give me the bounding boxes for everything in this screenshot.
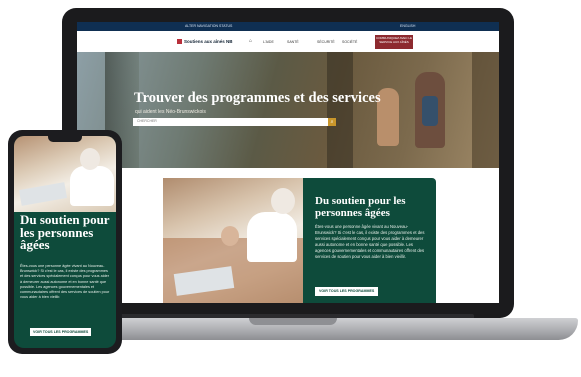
hero-image-person xyxy=(422,96,438,126)
contact-seniors-button[interactable]: COMMUNIQUEZ AVEC LE SERVICE AUX AÎNÉS xyxy=(375,35,413,49)
laptop-base-notch xyxy=(249,318,337,325)
view-programs-button[interactable]: VOIR TOUS LES PROGRAMMES xyxy=(315,287,379,296)
logo-mark-icon xyxy=(177,39,182,45)
home-icon[interactable]: ⌂ xyxy=(249,38,252,44)
feature-title: Du soutien pour les personnes âgées xyxy=(315,195,406,219)
photo-book xyxy=(18,182,68,206)
main-navigation: Soutiens aux aînés NB ⌂ L'AIDE SANTÉ SÉC… xyxy=(77,31,499,52)
seniors-photo xyxy=(163,178,303,303)
nav-link-societe[interactable]: SOCIÉTÉ xyxy=(342,40,357,44)
photo-person xyxy=(70,166,114,206)
search-button[interactable]: ⌕ xyxy=(328,118,336,126)
hero-subtitle: qui aident les Néo-Brunswickois xyxy=(135,109,206,115)
nav-link-aide[interactable]: L'AIDE xyxy=(263,40,274,44)
search-icon: ⌕ xyxy=(330,119,334,125)
photo-person-head xyxy=(80,148,100,170)
top-utility-bar: ALTER NAVIGATION STATUS ENGLISH xyxy=(77,22,499,31)
language-toggle[interactable]: ENGLISH xyxy=(400,22,415,31)
phone-screen: Du soutien pour les personnes âgées Êtes… xyxy=(14,136,116,348)
search-placeholder: CHERCHER xyxy=(137,119,157,123)
phone-notch xyxy=(48,136,82,142)
utility-link[interactable]: ALTER NAVIGATION STATUS xyxy=(185,22,232,31)
feature-text: Êtes-vous une personne âgée vivant au No… xyxy=(315,224,425,259)
phone-feature-text: Êtes-vous une personne âgée vivant au No… xyxy=(20,264,110,300)
photo-person xyxy=(247,212,297,262)
site-logo[interactable]: Soutiens aux aînés NB xyxy=(177,39,233,45)
hero-image-tree xyxy=(327,52,353,168)
logo-text: Soutiens aux aînés NB xyxy=(184,39,233,44)
nav-link-sante[interactable]: SANTÉ xyxy=(287,40,299,44)
photo-person-head xyxy=(221,226,239,246)
phone-seniors-photo xyxy=(14,136,116,212)
laptop-screen: ALTER NAVIGATION STATUS ENGLISH Soutiens… xyxy=(77,22,499,303)
phone-feature-title: Du soutien pour les personnes âgées xyxy=(20,212,110,252)
hero-image-tree xyxy=(472,52,499,168)
nav-link-securite[interactable]: SÉCURITÉ xyxy=(317,40,335,44)
phone-view-programs-button[interactable]: VOIR TOUS LES PROGRAMMES xyxy=(30,328,92,336)
search-input[interactable]: CHERCHER xyxy=(133,118,328,126)
hero-title: Trouver des programmes et des services xyxy=(134,90,381,106)
photo-person-head xyxy=(271,188,295,214)
